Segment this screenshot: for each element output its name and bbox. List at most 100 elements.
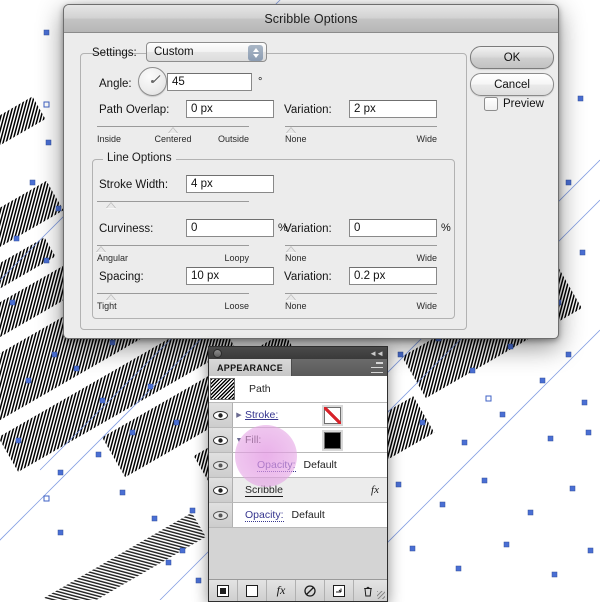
curviness-slider-thumb[interactable] xyxy=(96,246,106,252)
curviness-input[interactable]: 0 xyxy=(186,219,274,237)
settings-label: Settings: xyxy=(92,47,137,59)
preview-checkbox[interactable]: Preview xyxy=(484,97,544,111)
spacing-slider-thumb[interactable] xyxy=(106,294,116,300)
path-overlap-slider-thumb[interactable] xyxy=(168,127,178,133)
dialog-body: Settings: Custom Angle: 45 ° Path Overla… xyxy=(64,33,558,338)
path-thumbnail-icon xyxy=(210,378,235,400)
appearance-row-scribble-label[interactable]: Scribble xyxy=(245,484,283,497)
angle-unit: ° xyxy=(258,76,263,88)
path-overlap-slider[interactable]: Inside Centered Outside xyxy=(97,125,249,144)
fx-icon[interactable]: fx xyxy=(371,484,379,496)
stroke-disclosure-icon[interactable]: ▶ xyxy=(233,411,245,419)
settings-stepper-icon[interactable] xyxy=(248,45,263,61)
spacing-slider[interactable]: Tight Loose xyxy=(97,292,249,311)
line-options-legend: Line Options xyxy=(103,152,176,164)
path-overlap-tick-center: Centered xyxy=(154,134,192,144)
dialog-title: Scribble Options xyxy=(264,11,358,26)
panel-menu-icon[interactable] xyxy=(371,362,383,373)
appearance-row-fill[interactable]: ▼ Fill: xyxy=(209,428,387,453)
clear-appearance-icon[interactable] xyxy=(296,580,325,601)
path-overlap-variation-slider-thumb[interactable] xyxy=(286,127,296,133)
stroke-width-slider-thumb[interactable] xyxy=(106,202,116,208)
dialog-titlebar[interactable]: Scribble Options xyxy=(64,5,558,33)
spacing-variation-tick-right: Wide xyxy=(416,301,437,311)
appearance-row-path-label: Path xyxy=(249,383,271,395)
panel-toolbar[interactable]: fx xyxy=(209,579,387,601)
appearance-row-scribble[interactable]: Scribble fx xyxy=(209,478,387,503)
spacing-variation-tick-left: None xyxy=(285,301,307,311)
eye-icon[interactable] xyxy=(209,453,233,477)
collapse-arrows-icon[interactable]: ◄◄ xyxy=(369,349,384,358)
appearance-row-opacity-effect[interactable]: Opacity: Default xyxy=(209,503,387,528)
preview-label: Preview xyxy=(503,98,544,110)
stroke-width-input[interactable]: 4 px xyxy=(186,175,274,193)
duplicate-item-icon[interactable] xyxy=(325,580,354,601)
eye-icon[interactable] xyxy=(209,478,233,502)
fill-swatch-black[interactable] xyxy=(324,431,341,449)
spacing-variation-label: Variation: xyxy=(284,271,332,283)
curviness-variation-unit: % xyxy=(441,222,451,234)
appearance-row-opacity-label[interactable]: Opacity: xyxy=(257,459,296,472)
curviness-variation-slider-thumb[interactable] xyxy=(286,246,296,252)
add-new-stroke-icon[interactable] xyxy=(238,580,267,601)
curviness-variation-input[interactable]: 0 xyxy=(349,219,437,237)
scribble-options-dialog[interactable]: Scribble Options Settings: Custom Angle:… xyxy=(63,4,559,339)
appearance-row-stroke[interactable]: ▶ Stroke: xyxy=(209,403,387,428)
spacing-tick-left: Tight xyxy=(97,301,117,311)
add-new-effect-icon[interactable]: fx xyxy=(267,580,296,601)
spacing-label: Spacing: xyxy=(99,271,144,283)
panel-close-icon[interactable] xyxy=(213,348,222,358)
eye-icon[interactable] xyxy=(209,403,233,427)
curviness-tick-left: Angular xyxy=(97,253,129,263)
spacing-variation-input[interactable]: 0.2 px xyxy=(349,267,437,285)
settings-select[interactable]: Custom xyxy=(146,42,267,62)
curviness-label: Curviness: xyxy=(99,223,154,235)
panel-resize-grip[interactable] xyxy=(377,591,385,599)
cancel-button[interactable]: Cancel xyxy=(470,73,554,96)
settings-select-value: Custom xyxy=(154,46,194,58)
path-overlap-variation-slider[interactable]: None Wide xyxy=(285,125,437,144)
path-overlap-variation-label: Variation: xyxy=(284,104,332,116)
path-overlap-tick-left: Inside xyxy=(97,134,122,144)
appearance-row-opacity-fill[interactable]: Opacity: Default xyxy=(209,453,387,478)
spacing-input[interactable]: 10 px xyxy=(186,267,274,285)
appearance-row-opacity2-value: Default xyxy=(291,509,325,521)
path-overlap-variation-input[interactable]: 2 px xyxy=(349,100,437,118)
spacing-variation-slider[interactable]: None Wide xyxy=(285,292,437,311)
curviness-variation-tick-left: None xyxy=(285,253,307,263)
appearance-row-opacity-value: Default xyxy=(303,459,337,471)
stroke-width-label: Stroke Width: xyxy=(99,179,169,191)
panel-tab-row[interactable]: APPEARANCE xyxy=(209,359,387,376)
stroke-width-slider[interactable] xyxy=(97,200,249,214)
spacing-tick-right: Loose xyxy=(224,301,249,311)
preview-checkbox-box[interactable] xyxy=(484,97,498,111)
stroke-swatch-none[interactable] xyxy=(324,406,341,424)
path-overlap-variation-tick-left: None xyxy=(285,134,307,144)
eye-icon[interactable] xyxy=(209,428,233,452)
appearance-row-opacity2-label[interactable]: Opacity: xyxy=(245,509,284,522)
appearance-row-stroke-label[interactable]: Stroke: xyxy=(245,409,278,421)
curviness-variation-slider[interactable]: None Wide xyxy=(285,244,437,263)
angle-label: Angle: xyxy=(99,78,132,90)
add-new-fill-icon[interactable] xyxy=(209,580,238,601)
angle-input[interactable]: 45 xyxy=(167,73,252,91)
appearance-row-fill-label[interactable]: Fill: xyxy=(245,434,261,446)
appearance-row-path[interactable]: Path xyxy=(209,376,387,403)
eye-icon[interactable] xyxy=(209,503,233,527)
path-overlap-input[interactable]: 0 px xyxy=(186,100,274,118)
appearance-list: Path ▶ Stroke: ▼ Fill: Opacity: Default … xyxy=(209,376,387,598)
path-overlap-variation-tick-right: Wide xyxy=(416,134,437,144)
panel-chrome-bar[interactable]: ◄◄ xyxy=(209,347,387,359)
path-overlap-tick-right: Outside xyxy=(217,134,249,144)
curviness-variation-tick-right: Wide xyxy=(416,253,437,263)
angle-dial-icon[interactable] xyxy=(138,67,167,96)
path-overlap-label: Path Overlap: xyxy=(99,104,170,116)
spacing-variation-slider-thumb[interactable] xyxy=(286,294,296,300)
fill-disclosure-icon[interactable]: ▼ xyxy=(233,437,245,444)
tab-appearance[interactable]: APPEARANCE xyxy=(209,359,293,376)
curviness-variation-label: Variation: xyxy=(284,223,332,235)
curviness-slider[interactable]: Angular Loopy xyxy=(96,244,249,263)
curviness-tick-right: Loopy xyxy=(224,253,249,263)
appearance-panel[interactable]: ◄◄ APPEARANCE Path ▶ Stroke: ▼ Fill: Opa… xyxy=(208,346,388,602)
ok-button[interactable]: OK xyxy=(470,46,554,69)
